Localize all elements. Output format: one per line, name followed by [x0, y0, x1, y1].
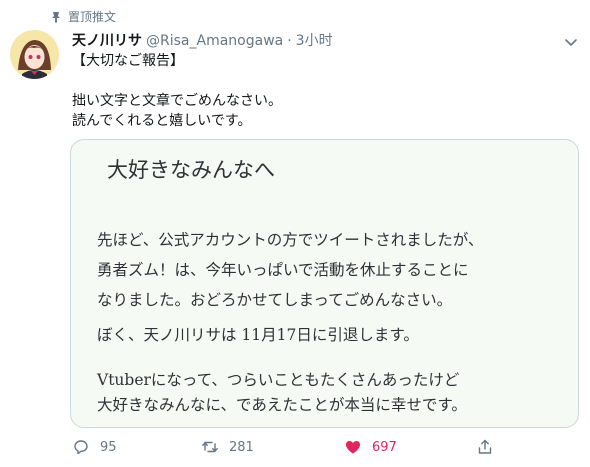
heart-icon: [346, 441, 360, 454]
separator-dot: ·: [287, 33, 292, 49]
reply-button[interactable]: 95: [72, 438, 117, 456]
tweet-image[interactable]: 大好きなみんなへ 先ほど、公式アカウントの方でツイートされましたが、 勇者ズム！…: [70, 139, 579, 428]
chevron-down-icon[interactable]: [563, 34, 579, 50]
share-icon: [478, 439, 492, 454]
letter-line: 勇者ズム！は、今年いっぱいで活動を休止することに: [97, 261, 469, 279]
tweet-actions: 95 281 697: [72, 438, 572, 462]
like-count: 697: [372, 439, 397, 455]
like-button[interactable]: 697: [344, 438, 397, 456]
pinned-text: 置顶推文: [68, 10, 117, 24]
timestamp[interactable]: 3小时: [296, 30, 333, 50]
letter-line: 大好きなみんなに、であえたことが本当に幸せです。: [97, 396, 467, 414]
letter-line: なりました。おどろかせてしまってごめんなさい。: [97, 291, 453, 309]
share-button[interactable]: [476, 438, 494, 456]
retweet-button[interactable]: 281: [201, 438, 254, 456]
tweet-line: 【大切なご報告】: [72, 53, 184, 69]
retweet-count: 281: [229, 439, 254, 455]
pin-icon: [52, 11, 60, 23]
letter-title: 大好きなみんなへ: [107, 158, 275, 182]
display-name[interactable]: 天ノ川リサ: [72, 30, 142, 50]
retweet-icon: [202, 441, 218, 453]
letter-line: ぼく、天ノ川リサは 11月17日に引退します。: [97, 326, 419, 344]
avatar-image: [10, 30, 59, 79]
tweet-line: 読んでくれると嬉しいです。: [72, 113, 252, 129]
user-handle[interactable]: @Risa_Amanogawa: [146, 33, 283, 49]
pinned-label: 置顶推文: [50, 8, 116, 25]
tweet-header: 天ノ川リサ @Risa_Amanogawa · 3小时: [72, 30, 333, 50]
letter-line: 先ほど、公式アカウントの方でツイートされましたが、: [97, 231, 484, 249]
reply-count: 95: [100, 439, 117, 455]
tweet-line: 拙い文字と文章でごめんなさい。: [72, 93, 282, 109]
tweet-text: 【大切なご報告】 拙い文字と文章でごめんなさい。 読んでくれると嬉しいです。: [72, 51, 282, 131]
reply-icon: [74, 440, 88, 455]
handwritten-letter: 大好きなみんなへ 先ほど、公式アカウントの方でツイートされましたが、 勇者ズム！…: [71, 140, 578, 427]
avatar[interactable]: [10, 30, 59, 79]
letter-line: Vtuberになって、つらいこともたくさんあったけど: [97, 371, 460, 389]
